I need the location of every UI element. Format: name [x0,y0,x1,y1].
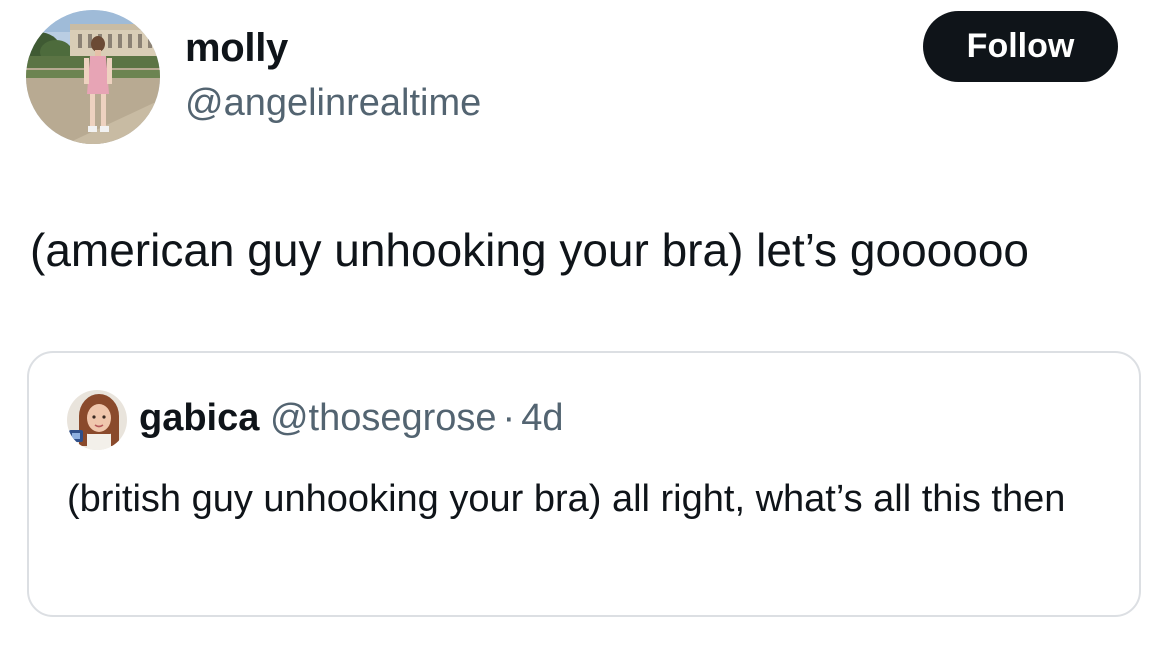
author-handle[interactable]: @angelinrealtime [185,80,481,126]
quoted-tweet[interactable]: gabica @thosegrose · 4d (british guy unhoo… [27,351,1141,617]
tweet-text: (american guy unhooking your bra) let’s … [30,224,1029,276]
separator-dot: · [502,397,516,439]
author-display-name[interactable]: molly [185,24,288,72]
quoted-handle[interactable]: @thosegrose [270,397,497,439]
author-avatar[interactable] [26,10,160,144]
follow-button[interactable]: Follow [923,11,1118,82]
quoted-header: gabica @thosegrose · 4d [139,395,563,441]
quoted-timestamp[interactable]: 4d [521,397,563,439]
quoted-tweet-text: (british guy unhooking your bra) all rig… [67,478,1066,520]
quoted-author-avatar[interactable] [67,390,127,450]
profile-photo-icon [26,10,160,144]
profile-photo-icon [67,390,127,450]
tweet-card: molly @angelinrealtime Follow (american … [0,0,1170,666]
quoted-display-name[interactable]: gabica [139,397,259,439]
